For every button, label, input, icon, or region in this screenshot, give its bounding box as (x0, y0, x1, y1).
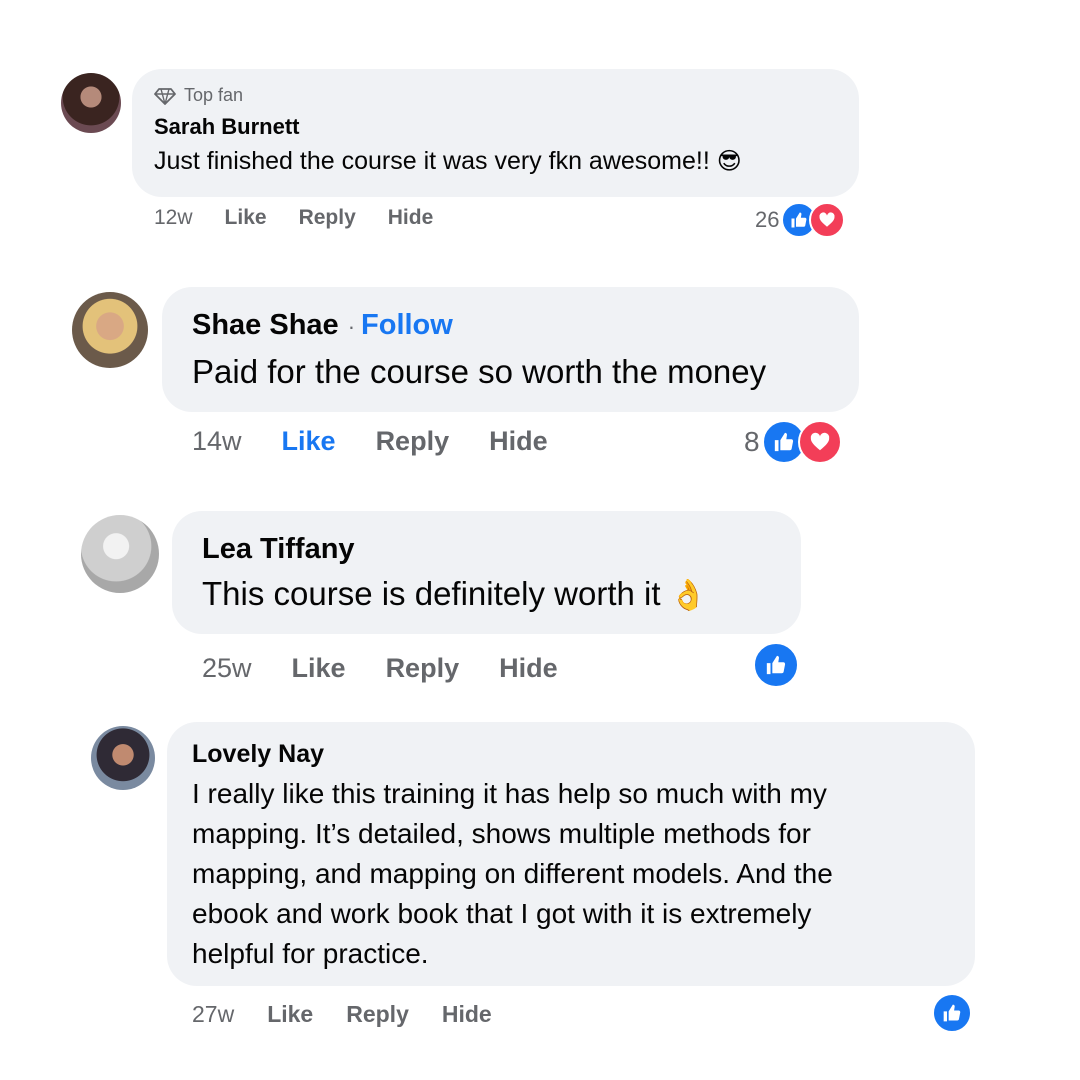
comment-text-line: helpful for practice. (192, 938, 429, 969)
avatar[interactable] (81, 515, 159, 593)
hide-button[interactable]: Hide (499, 653, 558, 684)
hide-button[interactable]: Hide (388, 206, 434, 230)
comment-text-body: This course is definitely worth it (202, 575, 670, 612)
badge-label: Top fan (184, 85, 244, 105)
reply-button[interactable]: Reply (299, 206, 356, 230)
reply-button[interactable]: Reply (376, 426, 450, 457)
timestamp[interactable]: 25w (202, 653, 252, 684)
author-name[interactable]: Lea Tiffany (202, 533, 355, 566)
author-line: Shae Shae · Follow (192, 309, 453, 342)
comment-text-line: mapping. It’s detailed, shows multiple m… (192, 818, 811, 849)
comment-actions: 14w Like Reply Hide (192, 426, 548, 457)
comment-text-line: I really like this training it has help … (192, 778, 827, 809)
reply-button[interactable]: Reply (386, 653, 460, 684)
author-name[interactable]: Sarah Burnett (154, 114, 299, 140)
comment-bubble: Lea Tiffany This course is definitely wo… (172, 511, 801, 634)
comment-text-line: mapping, and mapping on different models… (192, 858, 833, 889)
comment-bubble: Top fan Sarah Burnett Just finished the … (132, 69, 859, 197)
hide-button[interactable]: Hide (442, 1001, 492, 1028)
love-icon (809, 202, 846, 238)
avatar[interactable] (72, 292, 148, 368)
timestamp[interactable]: 27w (192, 1001, 234, 1028)
reaction-count: 8 (744, 426, 760, 457)
love-icon (797, 420, 842, 464)
comment-text: I really like this training it has help … (192, 774, 833, 974)
comment-actions: 25w Like Reply Hide (202, 653, 558, 684)
separator-dot: · (347, 314, 356, 339)
like-button[interactable]: Like (282, 426, 336, 457)
reaction-summary[interactable]: 26 (755, 202, 846, 238)
avatar[interactable] (61, 73, 121, 133)
sunglasses-emoji: 😎 (716, 148, 742, 175)
reaction-summary[interactable] (753, 642, 799, 688)
reaction-count: 26 (755, 207, 780, 232)
reaction-summary[interactable]: 8 (744, 420, 842, 464)
comment-text: This course is definitely worth it 👌 (202, 575, 707, 613)
comment-text-line: ebook and work book that I got with it i… (192, 898, 812, 929)
like-button[interactable]: Like (225, 206, 267, 230)
timestamp[interactable]: 12w (154, 206, 193, 230)
comment-text: Paid for the course so worth the money (192, 353, 767, 390)
like-button[interactable]: Like (267, 1001, 313, 1028)
diamond-icon (154, 87, 176, 105)
comment-actions: 12w Like Reply Hide (154, 206, 433, 230)
follow-button[interactable]: Follow (361, 309, 453, 342)
like-icon (753, 642, 799, 688)
ok-hand-emoji: 👌 (669, 579, 708, 612)
reaction-summary[interactable] (932, 993, 972, 1033)
timestamp[interactable]: 14w (192, 426, 242, 457)
avatar[interactable] (91, 726, 155, 790)
comment-bubble: Lovely Nay I really like this training i… (167, 722, 975, 986)
comment-text: Just finished the course it was very fkn… (154, 147, 742, 176)
author-name[interactable]: Shae Shae (192, 309, 339, 342)
like-icon (932, 993, 972, 1033)
top-fan-badge: Top fan (154, 85, 243, 106)
comment-actions: 27w Like Reply Hide (192, 1001, 492, 1028)
reply-button[interactable]: Reply (346, 1001, 409, 1028)
author-name[interactable]: Lovely Nay (192, 740, 324, 769)
hide-button[interactable]: Hide (489, 426, 548, 457)
like-button[interactable]: Like (292, 653, 346, 684)
comment-text-body: Just finished the course it was very fkn… (154, 147, 717, 175)
comment-bubble: Shae Shae · Follow Paid for the course s… (162, 287, 859, 412)
